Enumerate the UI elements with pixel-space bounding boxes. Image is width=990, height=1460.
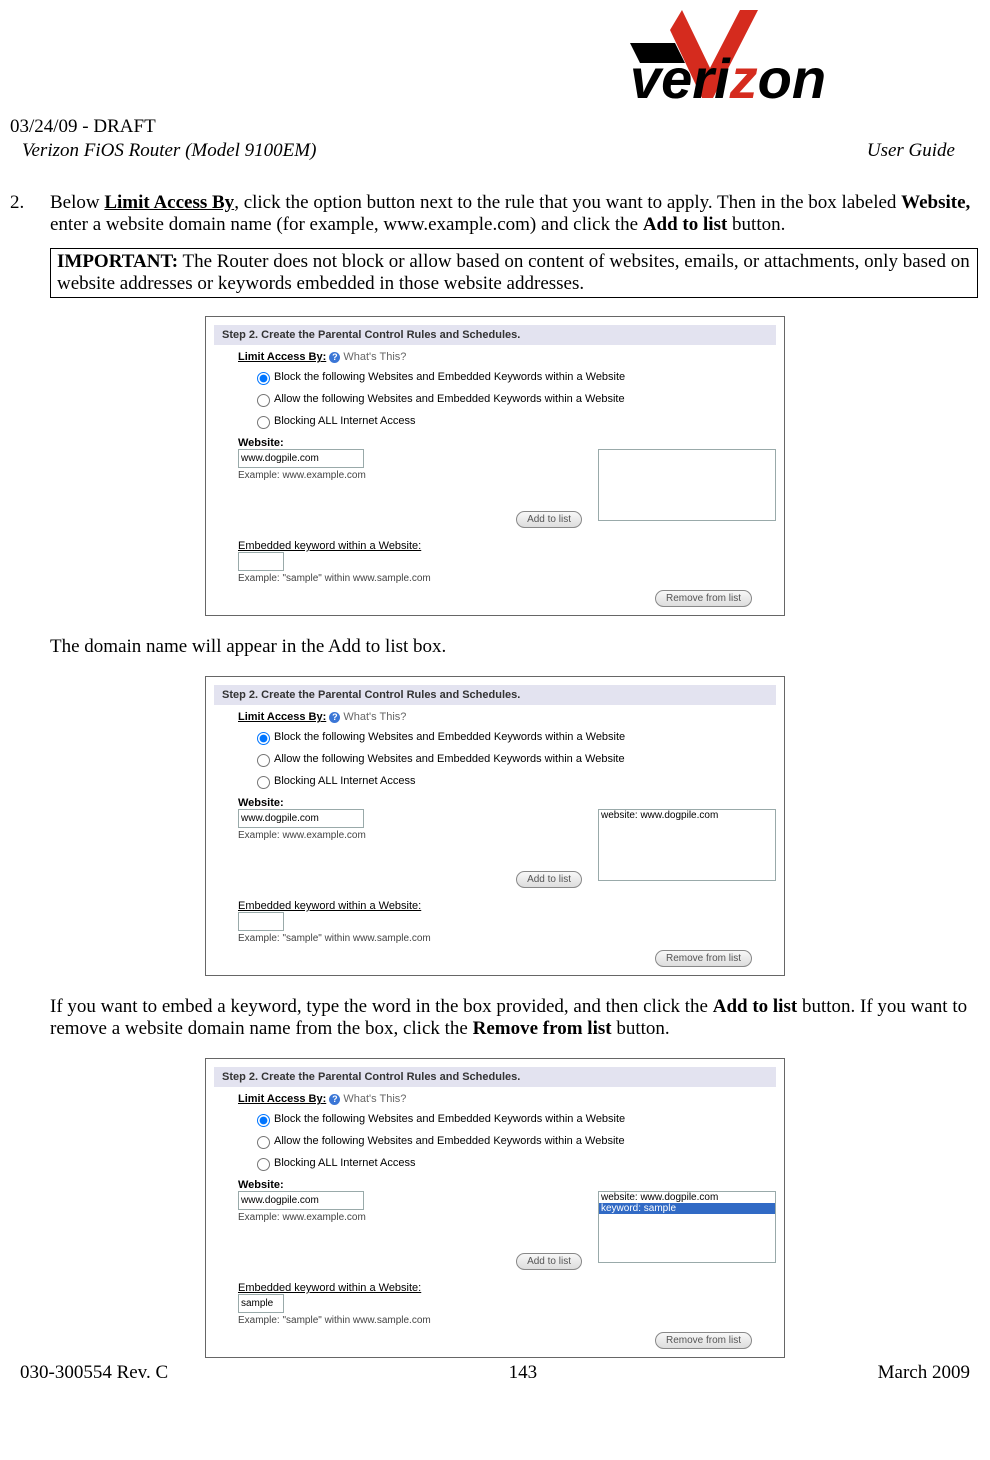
keyword-input[interactable]	[238, 1294, 284, 1313]
keyword-input[interactable]	[238, 552, 284, 571]
step-number: 2.	[10, 192, 50, 236]
website-label: Website:	[238, 1179, 776, 1191]
help-icon[interactable]: ?	[329, 352, 340, 363]
radio-block[interactable]	[257, 732, 270, 745]
keyword-example: Example: "sample" within www.sample.com	[238, 933, 776, 944]
limit-access-label: Limit Access By:	[238, 351, 326, 363]
limit-access-label: Limit Access By:	[238, 711, 326, 723]
radio-block[interactable]	[257, 372, 270, 385]
list-item[interactable]: website: www.dogpile.com	[599, 810, 775, 821]
para-embed-remove: If you want to embed a keyword, type the…	[50, 996, 980, 1040]
doc-title-left: Verizon FiOS Router (Model 9100EM)	[22, 140, 316, 162]
sc-step-header: Step 2. Create the Parental Control Rule…	[214, 685, 776, 705]
footer-page-number: 143	[509, 1362, 538, 1384]
svg-text:verizon: verizon	[630, 47, 826, 110]
screenshot-3: Step 2. Create the Parental Control Rule…	[205, 1058, 785, 1358]
help-icon[interactable]: ?	[329, 712, 340, 723]
add-to-list-button[interactable]: Add to list	[516, 1253, 582, 1270]
whats-this-link[interactable]: What's This?	[343, 351, 406, 363]
remove-from-list-button[interactable]: Remove from list	[655, 590, 752, 607]
help-icon[interactable]: ?	[329, 1094, 340, 1105]
website-listbox[interactable]: website: www.dogpile.com	[598, 809, 776, 881]
website-example: Example: www.example.com	[238, 1212, 590, 1223]
screenshot-1: Step 2. Create the Parental Control Rule…	[205, 316, 785, 616]
whats-this-link[interactable]: What's This?	[343, 711, 406, 723]
list-item[interactable]: website: www.dogpile.com	[599, 1192, 775, 1203]
radio-allow[interactable]	[257, 394, 270, 407]
keyword-example: Example: "sample" within www.sample.com	[238, 1315, 776, 1326]
radio-allow[interactable]	[257, 754, 270, 767]
sc-step-header: Step 2. Create the Parental Control Rule…	[214, 325, 776, 345]
para-domain-appears: The domain name will appear in the Add t…	[50, 636, 980, 658]
website-input[interactable]	[238, 809, 364, 828]
radio-block[interactable]	[257, 1114, 270, 1127]
keyword-label: Embedded keyword within a Website:	[238, 540, 421, 552]
remove-from-list-button[interactable]: Remove from list	[655, 1332, 752, 1349]
limit-access-label: Limit Access By:	[238, 1093, 326, 1105]
website-label: Website:	[238, 797, 776, 809]
website-input[interactable]	[238, 449, 364, 468]
remove-from-list-button[interactable]: Remove from list	[655, 950, 752, 967]
website-listbox[interactable]	[598, 449, 776, 521]
radio-block-all[interactable]	[257, 416, 270, 429]
keyword-example: Example: "sample" within www.sample.com	[238, 573, 776, 584]
important-note: IMPORTANT: The Router does not block or …	[50, 248, 978, 298]
add-to-list-button[interactable]: Add to list	[516, 871, 582, 888]
screenshot-2: Step 2. Create the Parental Control Rule…	[205, 676, 785, 976]
website-example: Example: www.example.com	[238, 830, 590, 841]
list-item[interactable]: keyword: sample	[599, 1203, 775, 1214]
verizon-logo: verizon	[10, 10, 980, 126]
footer-left: 030-300554 Rev. C	[20, 1362, 168, 1384]
doc-title-right: User Guide	[867, 140, 955, 162]
keyword-label: Embedded keyword within a Website:	[238, 1282, 421, 1294]
radio-block-all[interactable]	[257, 776, 270, 789]
footer-right: March 2009	[878, 1362, 970, 1384]
add-to-list-button[interactable]: Add to list	[516, 511, 582, 528]
website-input[interactable]	[238, 1191, 364, 1210]
keyword-input[interactable]	[238, 912, 284, 931]
whats-this-link[interactable]: What's This?	[343, 1093, 406, 1105]
website-example: Example: www.example.com	[238, 470, 590, 481]
radio-block-all[interactable]	[257, 1158, 270, 1171]
website-label: Website:	[238, 437, 776, 449]
sc-step-header: Step 2. Create the Parental Control Rule…	[214, 1067, 776, 1087]
step-instruction: Below Limit Access By, click the option …	[50, 192, 980, 236]
website-listbox[interactable]: website: www.dogpile.com keyword: sample	[598, 1191, 776, 1263]
keyword-label: Embedded keyword within a Website:	[238, 900, 421, 912]
radio-allow[interactable]	[257, 1136, 270, 1149]
